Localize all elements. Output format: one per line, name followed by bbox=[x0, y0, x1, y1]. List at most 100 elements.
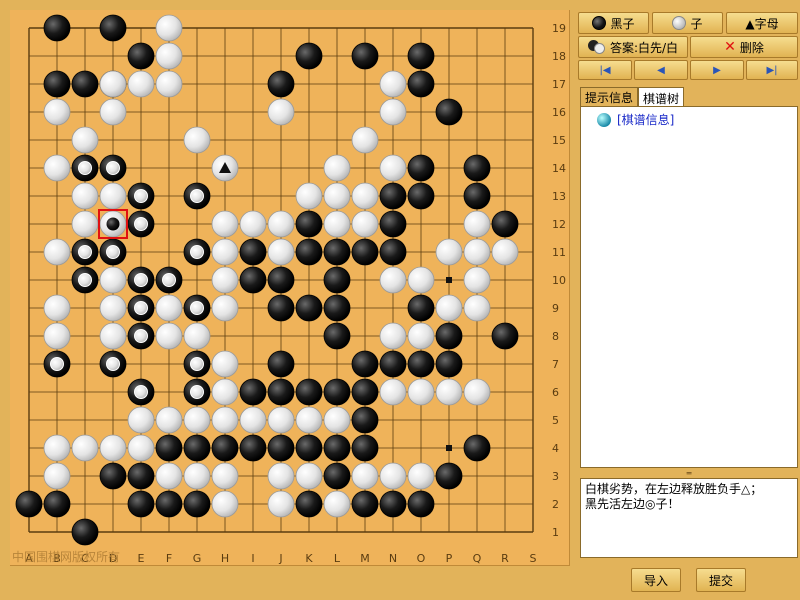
white-stone[interactable] bbox=[295, 182, 323, 210]
white-stone[interactable] bbox=[323, 182, 351, 210]
white-stone[interactable] bbox=[183, 126, 211, 154]
black-stone[interactable] bbox=[351, 238, 379, 266]
black-stone[interactable] bbox=[267, 70, 295, 98]
black-stone[interactable] bbox=[491, 210, 519, 238]
black-stone[interactable] bbox=[127, 462, 155, 490]
white-stone[interactable] bbox=[407, 378, 435, 406]
black-stone[interactable] bbox=[127, 42, 155, 70]
white-stone[interactable] bbox=[435, 378, 463, 406]
white-stone[interactable] bbox=[99, 266, 127, 294]
white-stone[interactable] bbox=[183, 322, 211, 350]
white-stone[interactable] bbox=[155, 42, 183, 70]
white-stone[interactable] bbox=[463, 266, 491, 294]
white-stone[interactable] bbox=[267, 490, 295, 518]
white-stone[interactable] bbox=[43, 462, 71, 490]
white-stone[interactable] bbox=[463, 238, 491, 266]
black-stone[interactable] bbox=[351, 42, 379, 70]
black-stone[interactable] bbox=[267, 294, 295, 322]
white-stone[interactable] bbox=[99, 294, 127, 322]
black-stone[interactable] bbox=[99, 14, 127, 42]
black-stone[interactable] bbox=[211, 434, 239, 462]
black-stone[interactable] bbox=[407, 42, 435, 70]
white-stone[interactable] bbox=[267, 98, 295, 126]
white-stone[interactable] bbox=[155, 14, 183, 42]
black-stone[interactable] bbox=[267, 378, 295, 406]
tree-root-node[interactable]: [棋谱信息] bbox=[597, 111, 674, 128]
white-stone[interactable] bbox=[323, 490, 351, 518]
white-stone[interactable] bbox=[71, 126, 99, 154]
black-stone[interactable] bbox=[407, 154, 435, 182]
black-stone[interactable] bbox=[351, 490, 379, 518]
white-stone[interactable] bbox=[267, 238, 295, 266]
black-stone[interactable] bbox=[407, 70, 435, 98]
black-stone[interactable] bbox=[71, 518, 99, 546]
black-stone[interactable] bbox=[323, 266, 351, 294]
answer-button[interactable]: 答案:白先/白 bbox=[578, 36, 688, 58]
black-stone[interactable] bbox=[463, 182, 491, 210]
black-stone[interactable] bbox=[295, 210, 323, 238]
white-stone[interactable] bbox=[435, 238, 463, 266]
white-stone[interactable] bbox=[379, 70, 407, 98]
white-stone[interactable] bbox=[323, 210, 351, 238]
black-stone[interactable] bbox=[323, 434, 351, 462]
black-stone[interactable] bbox=[323, 322, 351, 350]
black-stone[interactable] bbox=[183, 490, 211, 518]
white-stone[interactable] bbox=[155, 462, 183, 490]
black-stone[interactable] bbox=[323, 238, 351, 266]
white-stone[interactable] bbox=[155, 406, 183, 434]
black-stone[interactable] bbox=[295, 490, 323, 518]
white-stone[interactable] bbox=[239, 406, 267, 434]
black-stone[interactable] bbox=[295, 238, 323, 266]
white-stone[interactable] bbox=[43, 434, 71, 462]
white-stone[interactable] bbox=[239, 210, 267, 238]
white-stone[interactable] bbox=[99, 434, 127, 462]
white-stone[interactable] bbox=[379, 266, 407, 294]
nav-first-button[interactable]: |◀ bbox=[578, 60, 632, 80]
white-stone[interactable] bbox=[71, 210, 99, 238]
white-stone[interactable] bbox=[71, 434, 99, 462]
white-stone[interactable] bbox=[407, 266, 435, 294]
white-stone[interactable] bbox=[211, 462, 239, 490]
black-stone[interactable] bbox=[267, 266, 295, 294]
delete-button[interactable]: ✕ 删除 bbox=[690, 36, 798, 58]
black-stone[interactable] bbox=[379, 490, 407, 518]
black-stone[interactable] bbox=[295, 42, 323, 70]
white-stone[interactable] bbox=[323, 154, 351, 182]
black-stone[interactable] bbox=[239, 238, 267, 266]
white-stone[interactable] bbox=[211, 266, 239, 294]
white-stone[interactable] bbox=[155, 294, 183, 322]
white-stone[interactable] bbox=[99, 70, 127, 98]
black-stone[interactable] bbox=[435, 98, 463, 126]
white-stone[interactable] bbox=[407, 462, 435, 490]
black-stone[interactable] bbox=[323, 462, 351, 490]
white-stone[interactable] bbox=[43, 322, 71, 350]
white-stone[interactable] bbox=[99, 98, 127, 126]
white-stone[interactable] bbox=[463, 294, 491, 322]
black-stone[interactable] bbox=[43, 70, 71, 98]
white-stone[interactable] bbox=[127, 434, 155, 462]
white-stone[interactable] bbox=[155, 322, 183, 350]
black-stone[interactable] bbox=[407, 490, 435, 518]
white-stone[interactable] bbox=[211, 210, 239, 238]
nav-last-button[interactable]: ▶| bbox=[746, 60, 798, 80]
white-stone[interactable] bbox=[379, 322, 407, 350]
import-button[interactable]: 导入 bbox=[631, 568, 681, 592]
black-stone[interactable] bbox=[379, 350, 407, 378]
white-stone[interactable] bbox=[127, 406, 155, 434]
black-stone[interactable] bbox=[155, 434, 183, 462]
white-stone[interactable] bbox=[295, 406, 323, 434]
white-stone[interactable] bbox=[71, 182, 99, 210]
white-stone[interactable] bbox=[295, 462, 323, 490]
white-stone[interactable] bbox=[43, 98, 71, 126]
black-stone[interactable] bbox=[435, 462, 463, 490]
white-stone[interactable] bbox=[379, 462, 407, 490]
black-stone[interactable] bbox=[239, 434, 267, 462]
black-stone[interactable] bbox=[351, 350, 379, 378]
white-stone[interactable] bbox=[183, 406, 211, 434]
black-stone[interactable] bbox=[407, 294, 435, 322]
submit-button[interactable]: 提交 bbox=[696, 568, 746, 592]
black-stone-button[interactable]: 黑子 bbox=[578, 12, 649, 34]
white-stone[interactable] bbox=[379, 154, 407, 182]
white-stone[interactable] bbox=[323, 406, 351, 434]
comment-box[interactable]: 白棋劣势，在左边释放胜负手△； 黑先活左边◎子！ bbox=[580, 478, 798, 558]
